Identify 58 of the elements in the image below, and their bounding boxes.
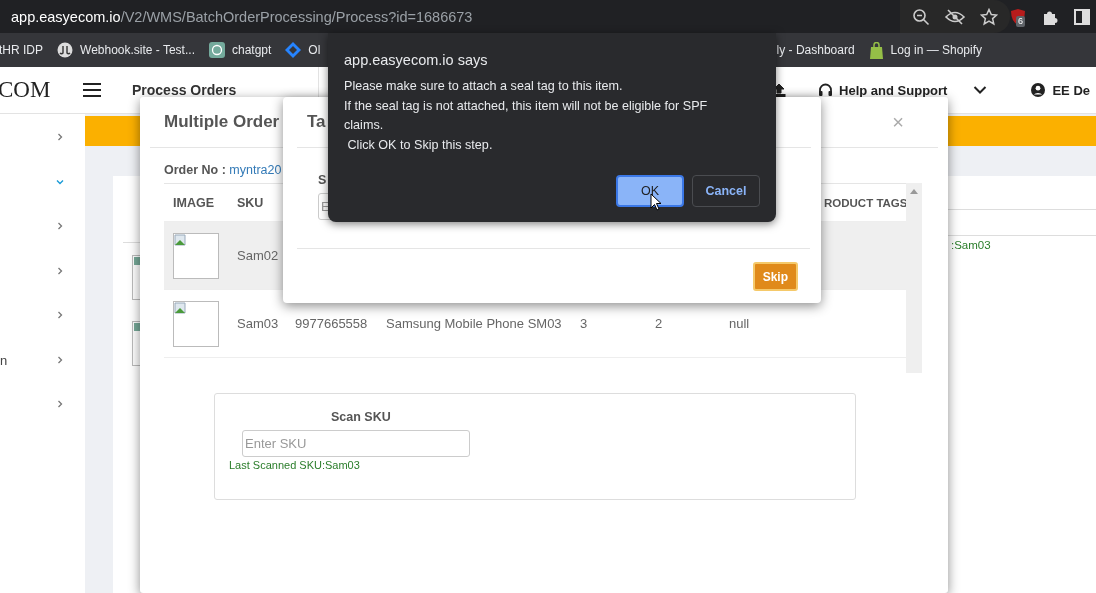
dialog-button[interactable]: Cancel bbox=[692, 175, 760, 207]
side-panel-icon[interactable] bbox=[1074, 8, 1090, 25]
table-cell-text: Samsung Mobile Phone SM03 bbox=[385, 316, 563, 331]
chevron-icon[interactable] bbox=[55, 310, 65, 320]
eye-slash-icon[interactable] bbox=[945, 8, 965, 25]
order-label: Order No : bbox=[164, 163, 226, 177]
shopping-bag-icon bbox=[868, 41, 884, 59]
chevron-icon[interactable] bbox=[55, 399, 65, 409]
modal-title: Multiple Order bbox=[164, 112, 280, 132]
extension-badge: 6 bbox=[1016, 15, 1025, 27]
dialog-title: app.easyecom.io says bbox=[344, 52, 489, 68]
chat-logo-icon bbox=[208, 42, 225, 58]
user-menu[interactable]: EE De bbox=[1031, 82, 1090, 98]
column-header: IMAGE bbox=[172, 195, 215, 210]
broken-image-icon bbox=[173, 232, 219, 279]
last-scanned-text: Last Scanned SKU:Sam03 bbox=[229, 459, 360, 471]
user-icon bbox=[1031, 83, 1046, 97]
bookmark-link[interactable]: ly - Dashboard bbox=[776, 43, 855, 57]
scroll-up-icon bbox=[910, 189, 918, 194]
bookmark-link[interactable]: Log in — Shopify bbox=[890, 43, 982, 57]
sku-input-field[interactable]: Enter SKU bbox=[242, 430, 470, 457]
last-scanned-text: :Sam03 bbox=[951, 239, 992, 251]
bookmark-link[interactable]: Webhook.site - Test... bbox=[80, 43, 195, 57]
field-label: S bbox=[318, 173, 327, 187]
cursor-icon bbox=[650, 193, 662, 211]
bookmark-link[interactable]: tHR IDP bbox=[0, 43, 43, 57]
headset-icon bbox=[818, 82, 834, 98]
help-button[interactable]: Help and Support bbox=[818, 82, 948, 98]
menu-icon[interactable] bbox=[82, 82, 102, 98]
modal-title: Ta bbox=[307, 112, 326, 132]
webhook-icon bbox=[57, 42, 73, 58]
table-cell-text: 2 bbox=[654, 316, 664, 331]
bookmark-link[interactable]: Ol bbox=[308, 43, 321, 57]
table-cell-text: 9977665558 bbox=[294, 316, 369, 331]
table-cell-text: Sam03 bbox=[236, 316, 280, 331]
chevron-icon[interactable] bbox=[55, 354, 65, 365]
broken-image-icon bbox=[173, 300, 219, 347]
chevron-icon[interactable] bbox=[55, 221, 65, 231]
zoom-out-icon[interactable] bbox=[912, 7, 930, 26]
table-cell-text: null bbox=[728, 316, 751, 331]
field-label: Scan SKU bbox=[331, 410, 391, 424]
sidebar-item[interactable]: n bbox=[0, 352, 8, 368]
bookmark-link[interactable]: chatgpt bbox=[231, 43, 272, 57]
column-header: SKU bbox=[236, 195, 265, 210]
table-cell-text: Sam02 bbox=[236, 248, 280, 263]
scrollbar[interactable] bbox=[906, 183, 922, 373]
chevron-icon[interactable] bbox=[55, 132, 65, 142]
star-icon[interactable] bbox=[980, 7, 998, 26]
dialog-button[interactable]: OK bbox=[616, 175, 684, 207]
order-link[interactable]: myntra20 bbox=[229, 163, 282, 177]
column-header: RODUCT TAGS bbox=[823, 196, 906, 209]
url-field[interactable]: app.easyecom.io/V2/WMS/BatchOrderProcessing/Process?id=1686673 bbox=[11, 8, 900, 25]
diamond-icon bbox=[285, 42, 302, 58]
chevron-icon[interactable] bbox=[55, 265, 65, 276]
shield-extension-icon[interactable]: 6 bbox=[1010, 7, 1026, 26]
chevron-down-icon[interactable] bbox=[973, 85, 988, 95]
table-cell-text: 3 bbox=[579, 316, 589, 331]
dialog-message: Please make sure to attach a seal tag to this item. If the seal tag is not attached, this item will not be eligible for SPF claims. Click OK to Skip this step. bbox=[344, 78, 709, 154]
